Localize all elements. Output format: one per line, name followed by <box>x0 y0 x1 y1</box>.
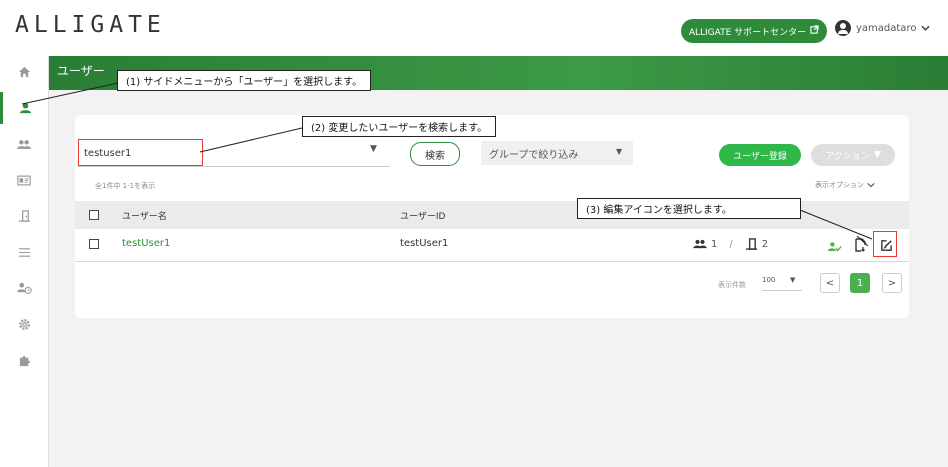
callout-step3: (3) 編集アイコンを選択します。 <box>577 198 801 219</box>
export-file-icon[interactable] <box>854 237 867 256</box>
user-clock-icon <box>16 282 32 294</box>
page-title: ユーザー <box>57 64 105 78</box>
puzzle-icon <box>19 355 30 366</box>
avatar-icon <box>835 20 851 36</box>
group-icon <box>17 139 31 149</box>
display-options-toggle[interactable]: 表示オプション <box>815 180 875 190</box>
sidebar-item-cards[interactable] <box>0 164 48 196</box>
home-icon <box>18 66 30 78</box>
gear-icon <box>18 318 30 330</box>
register-user-button[interactable]: ユーザー登録 <box>719 144 801 166</box>
user-check-icon[interactable] <box>828 238 842 257</box>
sidebar-item-history[interactable] <box>0 272 48 304</box>
door-count: 2 <box>761 238 769 250</box>
door-icon <box>745 238 757 250</box>
column-header-userid: ユーザーID <box>400 212 446 222</box>
row-checkbox[interactable] <box>89 239 99 249</box>
sidebar <box>0 56 49 467</box>
chevron-down-icon <box>921 23 931 34</box>
sidebar-item-settings[interactable] <box>0 308 48 340</box>
search-button[interactable]: 検索 <box>410 142 460 166</box>
list-icon <box>18 247 30 257</box>
per-page-label: 表示件数 <box>718 281 746 289</box>
display-options-label: 表示オプション <box>815 181 864 189</box>
username-link[interactable]: testUser1 <box>122 238 170 249</box>
username: yamadataro <box>856 22 917 34</box>
callout-step2: (2) 変更したいユーザーを検索します。 <box>302 116 497 137</box>
callout-step1: (1) サイドメニューから「ユーザー」を選択します。 <box>117 70 372 91</box>
support-center-label: ALLIGATE サポートセンター <box>688 27 807 38</box>
user-menu[interactable]: yamadataro <box>835 20 931 36</box>
app-logo: ALLIGATE <box>15 12 166 38</box>
next-page-button[interactable]: > <box>882 273 902 293</box>
group-icon <box>693 239 707 249</box>
action-button[interactable]: アクション ▼ <box>811 144 895 166</box>
chevron-down-icon <box>867 182 875 188</box>
caret-down-icon: ▼ <box>616 147 623 156</box>
highlight-edit <box>873 231 897 257</box>
table-row: testUser1 testUser1 1 / 2 <box>75 229 909 262</box>
group-count: 1 <box>711 238 718 250</box>
prev-page-button[interactable]: < <box>820 273 840 293</box>
user-id-cell: testUser1 <box>400 238 449 249</box>
sidebar-item-groups[interactable] <box>0 128 48 160</box>
per-page-select[interactable]: 100 ▼ <box>762 276 802 291</box>
support-center-button[interactable]: ALLIGATE サポートセンター <box>681 19 827 43</box>
highlight-search <box>78 139 203 166</box>
row-stats: 1 / 2 <box>693 238 768 250</box>
action-label: アクション <box>825 151 870 162</box>
sidebar-item-users[interactable] <box>0 92 48 124</box>
group-filter-label: グループで絞り込み <box>489 149 579 161</box>
result-count: 全1件中 1-1を表示 <box>95 182 156 190</box>
group-filter-select[interactable]: グループで絞り込み ▼ <box>481 141 633 165</box>
stats-separator: / <box>729 238 733 250</box>
sidebar-item-doors[interactable] <box>0 200 48 232</box>
external-link-icon <box>810 25 819 37</box>
select-all-checkbox[interactable] <box>89 210 99 220</box>
caret-down-icon: ▼ <box>873 150 881 160</box>
page-button-current[interactable]: 1 <box>850 273 870 293</box>
per-page-value: 100 <box>762 276 776 284</box>
id-card-icon <box>17 175 31 185</box>
sidebar-item-list[interactable] <box>0 236 48 268</box>
caret-down-icon: ▼ <box>790 276 796 284</box>
column-header-username: ユーザー名 <box>122 212 167 222</box>
door-icon <box>18 210 30 222</box>
caret-down-icon[interactable]: ▼ <box>370 144 377 154</box>
sidebar-item-home[interactable] <box>0 56 48 88</box>
sidebar-item-plugins[interactable] <box>0 344 48 376</box>
user-icon <box>19 102 32 114</box>
